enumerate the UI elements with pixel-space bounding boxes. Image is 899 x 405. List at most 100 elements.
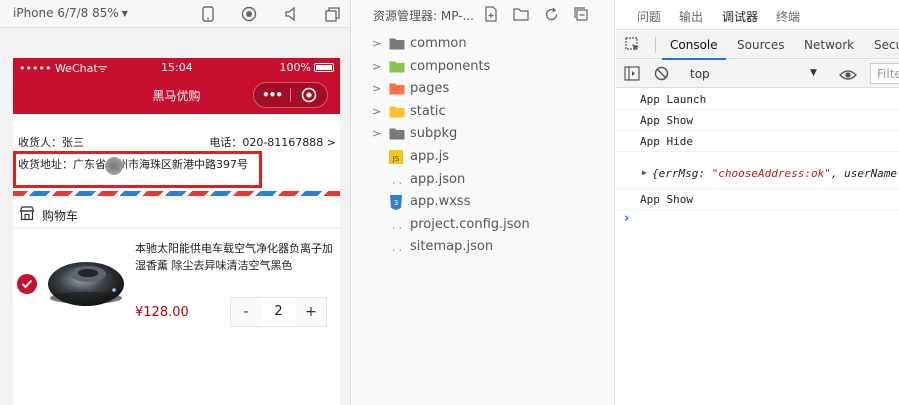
tree-file[interactable]: JS app.js xyxy=(352,146,615,169)
minus-button[interactable]: - xyxy=(231,304,261,320)
svg-text:3: 3 xyxy=(394,199,398,207)
explorer-title: 资源管理器: MP-... xyxy=(373,9,474,23)
clear-console-icon[interactable] xyxy=(654,66,669,85)
css-file-icon: 3 xyxy=(389,195,405,211)
target-icon xyxy=(301,87,317,103)
tab-problems[interactable]: 问题 xyxy=(637,8,661,25)
chevron-right-icon: > xyxy=(372,104,382,118)
refresh-icon[interactable] xyxy=(542,5,560,23)
eye-icon[interactable] xyxy=(839,66,857,85)
status-bar: ••••• WeChatᯤ 15:04 100% xyxy=(13,58,340,76)
record-icon[interactable] xyxy=(239,4,259,24)
goods-image[interactable] xyxy=(44,246,128,316)
tab-network[interactable]: Network xyxy=(804,38,854,52)
tab-console[interactable]: Console xyxy=(662,38,726,60)
quantity-stepper: - 2 + xyxy=(230,297,327,327)
svg-text:{..}: {..} xyxy=(389,241,405,254)
status-time: 15:04 xyxy=(161,61,193,74)
inspect-element-icon[interactable] xyxy=(625,37,641,57)
quantity-value[interactable]: 2 xyxy=(261,298,296,326)
svg-text:{..}: {..} xyxy=(389,174,405,187)
shop-icon xyxy=(19,206,35,225)
devtools-tabs: Console Sources Network Secu xyxy=(616,31,899,60)
collapse-all-icon[interactable] xyxy=(572,5,590,23)
tab-sources[interactable]: Sources xyxy=(737,38,784,52)
device-label: iPhone 6/7/8 85% xyxy=(13,6,119,20)
json-file-icon: {..} xyxy=(384,173,411,187)
tree-item-label: components xyxy=(410,58,491,74)
new-file-icon[interactable] xyxy=(482,5,500,23)
tree-folder[interactable]: > subpkg xyxy=(352,123,615,146)
console-toolbar: top ▼ Filte xyxy=(616,60,899,88)
chevron-down-icon: ▼ xyxy=(810,68,817,78)
context-select[interactable]: top xyxy=(690,67,710,81)
tree-file[interactable]: {..} app.json xyxy=(352,169,615,192)
chevron-right-icon: > xyxy=(326,136,336,149)
address-card[interactable]: 收货人：张三 电话：020-81167888 > 收货地址：广东省广州市海珠区新… xyxy=(13,114,340,190)
tree-item-label: pages xyxy=(410,81,450,97)
sidebar-toggle-icon[interactable] xyxy=(624,66,640,85)
volume-icon[interactable] xyxy=(281,4,301,24)
close-button[interactable] xyxy=(291,87,327,103)
explorer-actions xyxy=(482,5,590,23)
svg-text:JS: JS xyxy=(392,155,400,163)
tree-folder[interactable]: > common xyxy=(352,33,615,56)
simulator-toolbar: iPhone 6/7/8 85% ▼ xyxy=(0,0,350,28)
tree-file[interactable]: {..} sitemap.json xyxy=(352,236,615,259)
tab-output[interactable]: 输出 xyxy=(679,8,703,25)
chevron-down-icon: ▼ xyxy=(121,9,128,18)
chevron-right-icon: > xyxy=(372,37,382,50)
mouse-cursor xyxy=(105,157,123,175)
tree-folder[interactable]: > components xyxy=(352,56,615,79)
goods-name: 本驰太阳能供电车载空气净化器负离子加湿香薰 除尘去异味清洁空气黑色 xyxy=(135,242,333,272)
log-line: App Hide xyxy=(616,131,899,152)
tree-folder[interactable]: > pages xyxy=(352,78,615,101)
tree-item-label: app.wxss xyxy=(410,194,471,210)
highlight-box xyxy=(13,151,262,188)
battery-indicator: 100% xyxy=(280,61,334,74)
check-icon xyxy=(21,279,33,289)
filter-input[interactable]: Filte xyxy=(870,63,899,84)
tab-security[interactable]: Secu xyxy=(874,38,899,52)
window-icon[interactable] xyxy=(322,4,342,24)
cart-header: 购物车 xyxy=(13,200,340,228)
console-prompt[interactable]: › xyxy=(624,211,629,226)
log-line: App Show xyxy=(616,189,899,210)
nav-bar: 黑马优购 ••• xyxy=(13,76,340,114)
svg-text:{..}: {..} xyxy=(389,219,405,232)
chevron-right-icon: > xyxy=(372,82,382,96)
tree-file[interactable]: {..} project.config.json xyxy=(352,214,615,237)
explorer-header: 资源管理器: MP-... xyxy=(352,0,615,28)
tree-file[interactable]: 3 app.wxss xyxy=(352,191,615,214)
tree-item-label: subpkg xyxy=(410,126,458,142)
tree-folder[interactable]: > static xyxy=(352,101,615,124)
device-select[interactable]: iPhone 6/7/8 85% ▼ xyxy=(13,6,128,20)
plus-button[interactable]: + xyxy=(296,304,326,320)
phone-screen: ••••• WeChatᯤ 15:04 100% 黑马优购 ••• 收货人：张三… xyxy=(13,58,340,405)
folder-icon xyxy=(389,37,405,51)
json-file-icon: {..} xyxy=(384,218,411,232)
json-file-icon: {..} xyxy=(384,240,411,254)
new-folder-icon[interactable] xyxy=(512,5,530,23)
receiver-phone: 电话：020-81167888 > xyxy=(209,136,336,149)
tab-terminal[interactable]: 终端 xyxy=(776,8,800,25)
goods-checkbox[interactable] xyxy=(17,274,37,294)
toolbar-divider xyxy=(655,37,656,53)
log-object[interactable]: ▶ {errMsg: "chooseAddress:ok", userName xyxy=(616,152,899,189)
chevron-right-icon: > xyxy=(372,127,382,141)
phone-icon[interactable] xyxy=(198,4,218,24)
tab-debugger[interactable]: 调试器 xyxy=(722,8,759,34)
folder-icon xyxy=(389,60,405,74)
chevron-right-icon: > xyxy=(372,59,382,73)
folder-icon xyxy=(389,82,405,96)
tree-item-label: app.json xyxy=(410,171,466,187)
goods-price: ¥128.00 xyxy=(135,305,189,320)
goods-item[interactable]: 本驰太阳能供电车载空气净化器负离子加湿香薰 除尘去异味清洁空气黑色 ¥128.0… xyxy=(13,229,340,405)
more-button[interactable]: ••• xyxy=(254,88,290,102)
tree-item-label: project.config.json xyxy=(410,216,530,232)
js-file-icon: JS xyxy=(389,149,405,164)
wifi-icon: ᯤ xyxy=(97,62,108,75)
expand-triangle-icon[interactable]: ▶ xyxy=(642,168,647,177)
simulator-panel: iPhone 6/7/8 85% ▼ ••••• WeChatᯤ 15:04 10… xyxy=(0,0,351,405)
console-log: App Launch App Show App Hide ▶ {errMsg: … xyxy=(616,89,899,210)
